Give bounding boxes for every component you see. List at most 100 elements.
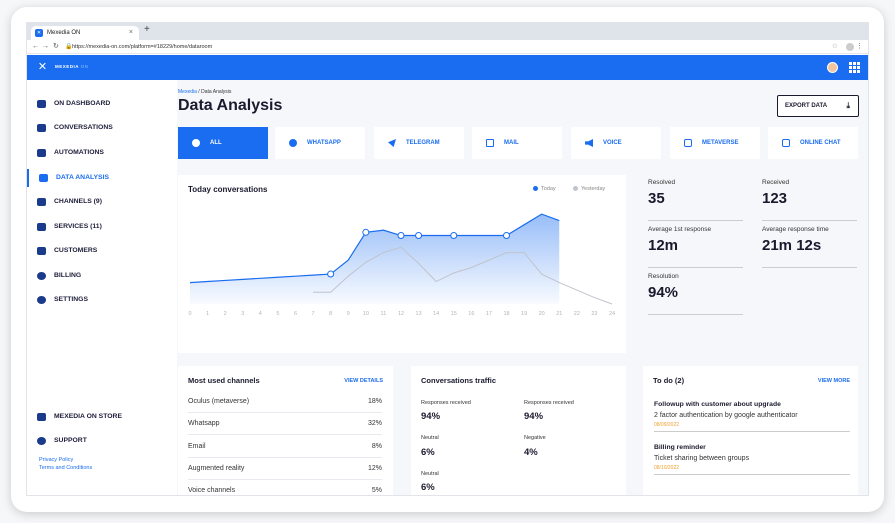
sidebar-item-customers[interactable]: CUSTOMERS — [27, 242, 177, 260]
sidebar-item-conversations[interactable]: CONVERSATIONS — [27, 119, 177, 137]
tab-online-chat[interactable]: ONLINE CHAT — [768, 127, 858, 159]
sidebar-item-label: DATA ANALYSIS — [56, 174, 109, 181]
browser-tab-bar: ✕ Mexedia ON × + — [27, 23, 868, 40]
list-item: Augmented reality 12% — [188, 458, 382, 480]
todo-item[interactable]: Followup with customer about upgrade 2 f… — [654, 401, 850, 432]
sidebar-item-support[interactable]: SUPPORT — [27, 432, 177, 450]
telegram-icon — [388, 139, 396, 147]
todo-title: Billing reminder — [654, 444, 706, 451]
reload-icon[interactable]: ↻ — [53, 40, 59, 54]
sidebar-item-label: CUSTOMERS — [54, 247, 98, 254]
user-avatar[interactable] — [827, 62, 838, 73]
home-icon — [37, 100, 46, 108]
card-title: To do (2) — [653, 376, 685, 385]
x-tick-label: 8 — [329, 311, 332, 317]
tab-label: WHATSAPP — [307, 140, 341, 146]
sidebar-item-billing[interactable]: BILLING — [27, 267, 177, 285]
dollar-icon — [37, 272, 46, 280]
forward-icon[interactable]: → — [42, 40, 49, 54]
x-tick-label: 21 — [556, 311, 562, 317]
sidebar-item-dashboard[interactable]: ON DASHBOARD — [27, 95, 177, 113]
sidebar-item-services[interactable]: SERVICES (11) — [27, 218, 177, 236]
speaker-icon — [585, 139, 593, 147]
mexedia-logo-icon[interactable]: ✕ — [36, 61, 49, 74]
sidebar-item-store[interactable]: MEXEDIA ON STORE — [27, 408, 177, 426]
apps-grid-icon[interactable] — [849, 62, 860, 73]
traffic-label: Neutral — [421, 435, 439, 441]
todo-item[interactable]: Billing reminder Ticket sharing between … — [654, 444, 850, 475]
new-tab-icon[interactable]: + — [144, 24, 150, 35]
x-tick-label: 15 — [451, 311, 457, 317]
traffic-label: Neutral — [421, 471, 439, 477]
tab-label: ONLINE CHAT — [800, 140, 841, 146]
traffic-value: 94% — [524, 411, 544, 422]
stat-label: Received — [762, 179, 790, 186]
sidebar-item-label: AUTOMATIONS — [54, 149, 104, 156]
x-tick-label: 6 — [294, 311, 297, 317]
today-point — [362, 228, 370, 236]
channel-name: Oculus (metaverse) — [188, 398, 250, 405]
gear-icon — [37, 296, 46, 304]
channel-name: Augmented reality — [188, 465, 245, 472]
close-tab-icon[interactable]: × — [129, 26, 133, 40]
sidebar-item-label: BILLING — [54, 272, 82, 279]
tab-whatsapp[interactable]: WHATSAPP — [275, 127, 365, 159]
privacy-policy-link[interactable]: Privacy Policy — [39, 457, 73, 463]
stat-value: 35 — [648, 190, 665, 207]
tab-voice[interactable]: VOICE — [571, 127, 661, 159]
menu-kebab-icon[interactable]: ⋮ — [856, 40, 863, 54]
terms-link[interactable]: Terms and Conditions — [39, 465, 92, 471]
stat-value: 123 — [762, 190, 788, 207]
bookmark-star-icon[interactable]: ☆ — [832, 40, 838, 54]
back-icon[interactable]: ← — [32, 40, 39, 54]
todo-date: 08/09/2022 — [654, 422, 680, 428]
channel-value: 5% — [371, 487, 382, 494]
x-tick-label: 11 — [381, 311, 387, 317]
list-item: Whatsapp 32% — [188, 413, 382, 435]
sidebar-item-data-analysis[interactable]: DATA ANALYSIS — [27, 169, 177, 187]
tab-mail[interactable]: MAIL — [472, 127, 562, 159]
stat-label: Resolved — [648, 179, 676, 186]
channel-name: Voice channels — [188, 487, 236, 494]
stat-value: 94% — [648, 284, 679, 301]
layers-icon — [37, 198, 46, 206]
tab-all[interactable]: ALL — [178, 127, 268, 159]
todo-card: To do (2) VIEW MORE Followup with custom… — [643, 366, 858, 495]
browser-tab[interactable]: ✕ Mexedia ON × — [31, 26, 139, 40]
list-item: Voice channels 5% — [188, 480, 382, 495]
x-tick-label: 14 — [433, 311, 439, 317]
sidebar-item-settings[interactable]: SETTINGS — [27, 291, 177, 309]
sidebar-item-label: ON DASHBOARD — [54, 100, 111, 107]
breadcrumb: Mexedia / Data Analysis — [178, 89, 231, 95]
stat-value: 21m 12s — [762, 237, 822, 254]
stat-received: Received 123 — [762, 179, 857, 221]
tab-label: MAIL — [504, 140, 519, 146]
x-tick-label: 10 — [363, 311, 369, 317]
profile-icon[interactable] — [846, 43, 854, 51]
url-field[interactable]: https://mexedia-on.com/platform=#18229/h… — [72, 40, 212, 54]
x-tick-label: 16 — [468, 311, 474, 317]
pie-icon — [192, 139, 200, 147]
todo-title: Followup with customer about upgrade — [654, 401, 781, 408]
sidebar-item-automations[interactable]: AUTOMATIONS — [27, 144, 177, 162]
today-point — [415, 232, 423, 240]
brand-suffix: ON — [80, 64, 89, 69]
brand-name: MEXEDIA ON — [55, 64, 88, 69]
x-tick-label: 5 — [276, 311, 279, 317]
tab-telegram[interactable]: TELEGRAM — [374, 127, 464, 159]
stats-panel: Resolved 35 Received 123 Average 1st respo… — [638, 175, 868, 353]
view-details-link[interactable]: VIEW DETAILS — [344, 378, 383, 384]
view-more-link[interactable]: VIEW MORE — [818, 378, 850, 384]
todo-date: 08/10/2022 — [654, 465, 680, 471]
x-tick-label: 13 — [416, 311, 422, 317]
x-tick-label: 3 — [241, 311, 244, 317]
tab-metaverse[interactable]: METAVERSE — [670, 127, 760, 159]
breadcrumb-root[interactable]: Mexedia — [178, 89, 197, 95]
export-data-button[interactable]: EXPORT DATA ⤓ — [777, 95, 859, 117]
x-tick-label: 7 — [312, 311, 315, 317]
sidebar-item-channels[interactable]: CHANNELS (9) — [27, 193, 177, 211]
sidebar-item-label: CONVERSATIONS — [54, 124, 113, 131]
stat-resolved: Resolved 35 — [648, 179, 743, 221]
channel-value: 32% — [367, 420, 382, 427]
x-tick-label: 2 — [224, 311, 227, 317]
